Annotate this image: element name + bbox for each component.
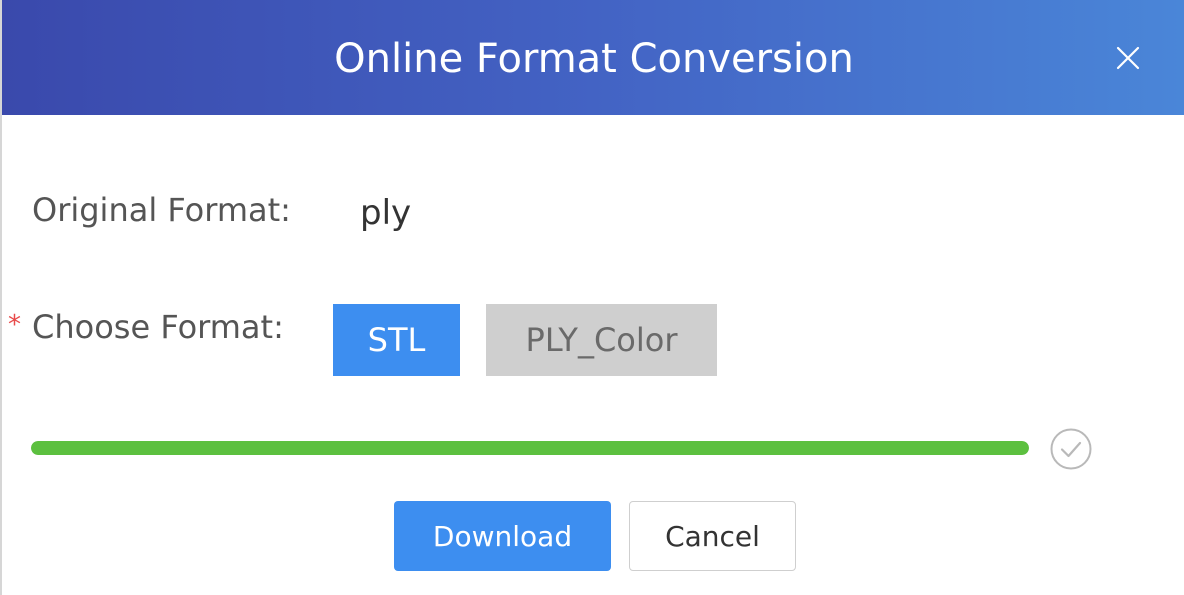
check-circle-icon [1049, 427, 1093, 471]
original-format-value: ply [360, 193, 412, 233]
format-option-stl[interactable]: STL [333, 304, 460, 376]
choose-format-label: Choose Format: [32, 308, 284, 346]
format-option-ply-color[interactable]: PLY_Color [486, 304, 717, 376]
format-conversion-dialog: Online Format Conversion Original Format… [0, 0, 1184, 595]
required-marker: * [8, 310, 21, 340]
cancel-button[interactable]: Cancel [629, 501, 796, 571]
dialog-header: Online Format Conversion [2, 0, 1184, 115]
close-icon[interactable] [1110, 40, 1146, 76]
dialog-title: Online Format Conversion [334, 36, 854, 82]
progress-fill [31, 441, 1029, 455]
original-format-label: Original Format: [32, 191, 291, 229]
conversion-progress-bar [31, 441, 1029, 455]
download-button[interactable]: Download [394, 501, 611, 571]
